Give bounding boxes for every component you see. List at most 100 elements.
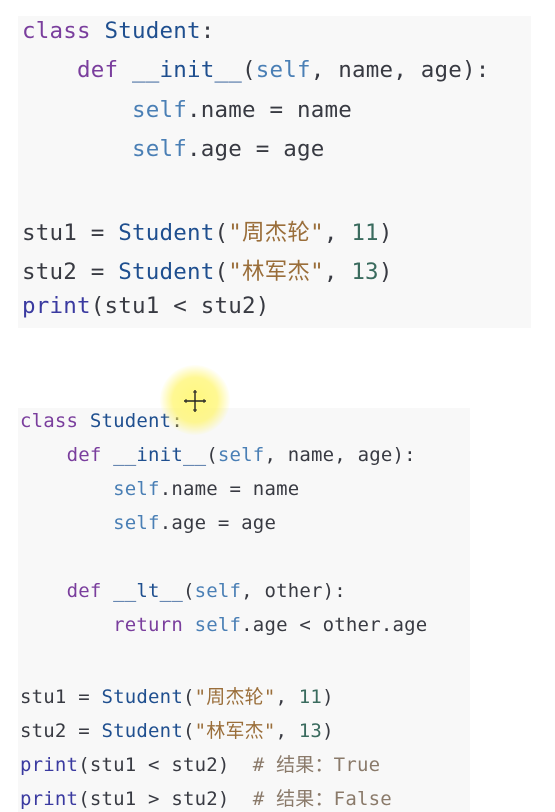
code-token: "林军杰" — [194, 720, 276, 742]
code-token: __init__ — [113, 444, 207, 466]
code-line: self.age = age — [22, 136, 324, 162]
code-line: def __init__(self, name, age): — [20, 444, 416, 466]
code-token: __init__ — [132, 57, 242, 84]
code-token: Student — [118, 219, 215, 246]
code-token: (stu1 > stu2) — [78, 788, 253, 810]
code-token: # 结果：True — [252, 754, 381, 776]
code-token: .age = age — [159, 512, 277, 534]
crosshair-move-icon — [184, 390, 206, 412]
code-token: (stu1 < stu2) — [78, 754, 253, 776]
code-token: print — [22, 293, 91, 320]
code-token: .name = name — [159, 478, 300, 500]
code-token: ) — [378, 258, 393, 285]
code-token: Student — [101, 686, 183, 708]
code-token: 13 — [351, 258, 379, 285]
code-line: def __init__(self, name, age): — [22, 57, 489, 83]
code-token: , name, age): — [264, 444, 416, 466]
code-token: class — [20, 410, 79, 432]
code-token: "周杰轮" — [228, 219, 324, 246]
code-token: , — [275, 686, 299, 708]
code-line: class Student: — [20, 410, 183, 432]
code-line: def __lt__(self, other): — [20, 580, 346, 602]
code-token: self — [194, 614, 242, 636]
code-token: Student — [101, 720, 183, 742]
code-token: (stu1 < stu2) — [90, 293, 270, 320]
code-block-original: class Student: def __init__(self, name, … — [18, 16, 531, 328]
code-token: self — [194, 580, 242, 602]
code-line: print(stu1 < stu2) — [22, 293, 269, 319]
code-token: .age = age — [186, 135, 325, 162]
code-token: self — [255, 57, 311, 84]
code-token: ( — [214, 258, 229, 285]
code-token: print — [20, 788, 79, 810]
code-token: ) — [322, 686, 334, 708]
code-token: self — [113, 512, 160, 534]
code-token: stu1 = — [20, 686, 102, 708]
code-token: def — [66, 444, 102, 466]
code-token: __lt__ — [113, 580, 183, 602]
code-token: ( — [182, 686, 195, 708]
code-token: ( — [182, 580, 195, 602]
code-block-with-lt: class Student: def __init__(self, name, … — [18, 408, 470, 812]
code-token: "周杰轮" — [194, 686, 276, 708]
code-line: stu2 = Student("林军杰", 13) — [22, 254, 393, 286]
code-token: , — [323, 219, 352, 246]
code-line: stu1 = Student("周杰轮", 11) — [22, 215, 393, 247]
code-line: stu2 = Student("林军杰", 13) — [20, 716, 334, 743]
code-token: stu2 = — [20, 720, 102, 742]
code-token: # 结果：False — [252, 788, 392, 810]
code-token: ( — [241, 57, 256, 84]
code-token: Student — [89, 410, 172, 432]
code-token: self — [113, 478, 160, 500]
code-token: .name = name — [186, 96, 352, 123]
code-line: return self.age < other.age — [20, 614, 427, 636]
code-token: : — [200, 18, 215, 44]
code-token: 11 — [351, 219, 379, 246]
code-line: self.name = name — [22, 97, 352, 123]
code-line: print(stu1 < stu2) # 结果：True — [20, 750, 380, 777]
code-token: ( — [182, 720, 195, 742]
code-token: Student — [104, 18, 201, 44]
code-line: self.age = age — [20, 512, 276, 534]
code-token: ) — [378, 219, 393, 246]
code-token: stu1 = — [22, 219, 119, 246]
code-line: stu1 = Student("周杰轮", 11) — [20, 682, 334, 709]
code-token: , — [275, 720, 299, 742]
code-line: print(stu1 > stu2) # 结果：False — [20, 784, 392, 811]
code-token: Student — [118, 258, 215, 285]
code-token: self — [131, 135, 187, 162]
code-token: print — [20, 754, 79, 776]
code-token: return — [113, 614, 183, 636]
code-line: class Student: — [22, 18, 214, 44]
code-token: class — [22, 18, 91, 44]
code-token: 11 — [298, 686, 323, 708]
code-token: ( — [214, 219, 229, 246]
code-token: ) — [322, 720, 334, 742]
code-line: self.name = name — [20, 478, 299, 500]
code-token: stu2 = — [22, 258, 119, 285]
code-token: def — [77, 57, 119, 84]
code-token: "林军杰" — [228, 258, 324, 285]
code-token: self — [217, 444, 265, 466]
code-token: , name, age): — [310, 57, 490, 84]
code-token: , — [323, 258, 352, 285]
code-token: 13 — [298, 720, 323, 742]
code-token: def — [66, 580, 102, 602]
code-token: self — [131, 96, 187, 123]
code-token: .age < other.age — [241, 614, 428, 636]
code-token: , other): — [241, 580, 346, 602]
